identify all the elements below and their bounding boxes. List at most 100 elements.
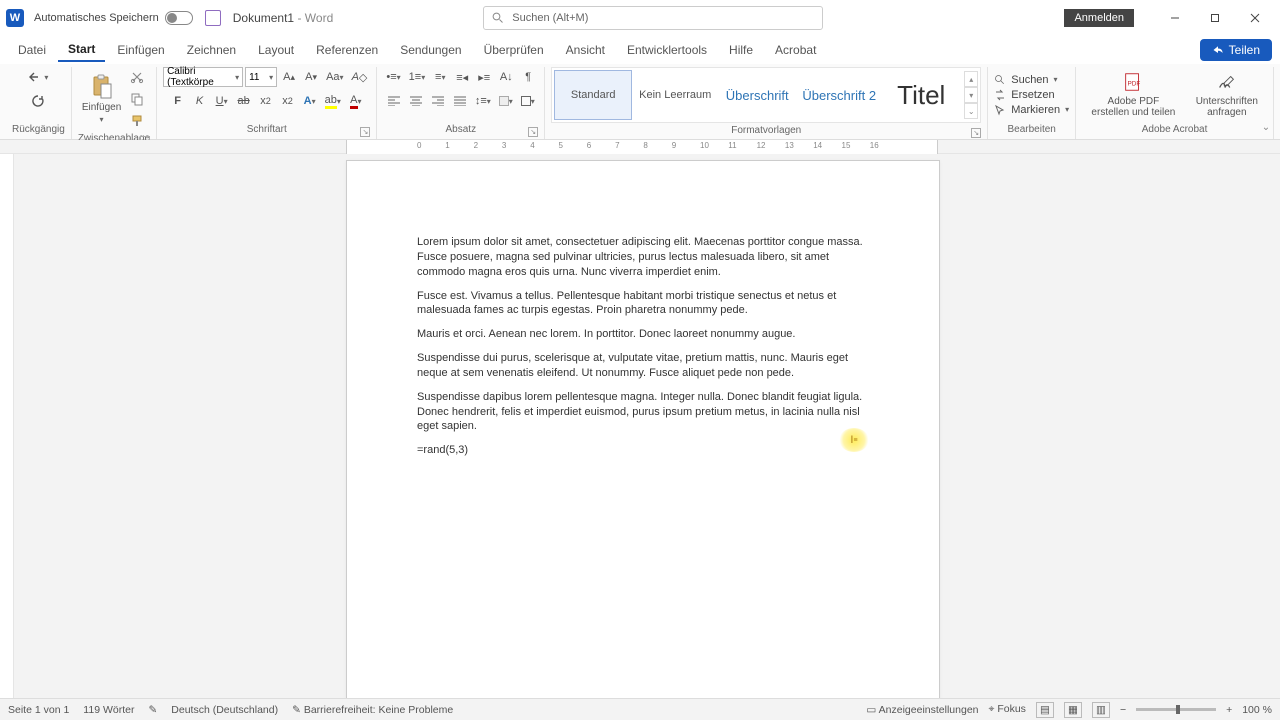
- focus-button[interactable]: ⌖ Fokus: [989, 703, 1026, 716]
- paragraph[interactable]: Mauris et orci. Aenean nec lorem. In por…: [417, 327, 869, 342]
- gallery-up-icon[interactable]: ▴: [964, 71, 978, 87]
- style-standard[interactable]: Standard: [554, 70, 632, 120]
- tab-entwicklertools[interactable]: Entwicklertools: [617, 39, 717, 61]
- cut-button[interactable]: [127, 67, 147, 87]
- gallery-down-icon[interactable]: ▾: [964, 87, 978, 103]
- subscript-button[interactable]: x2: [256, 91, 276, 111]
- autosave-toggle[interactable]: Automatisches Speichern: [34, 11, 193, 25]
- tab-einfuegen[interactable]: Einfügen: [107, 39, 174, 61]
- highlight-button[interactable]: ab▾: [322, 91, 344, 111]
- paste-button[interactable]: Einfügen ▾: [78, 72, 125, 126]
- zoom-out-button[interactable]: −: [1120, 704, 1126, 716]
- document-title[interactable]: Dokument1 - Word: [233, 11, 334, 25]
- italic-button[interactable]: K: [190, 91, 210, 111]
- maximize-button[interactable]: [1196, 4, 1234, 32]
- bold-button[interactable]: F: [168, 91, 188, 111]
- gallery-more-icon[interactable]: ⌄: [964, 103, 978, 119]
- style-ueberschrift[interactable]: Überschrift: [718, 70, 796, 120]
- zoom-slider[interactable]: [1136, 708, 1216, 711]
- shrink-font-button[interactable]: A▾: [301, 67, 321, 87]
- bullets-button[interactable]: •≡▾: [383, 67, 403, 87]
- close-button[interactable]: [1236, 4, 1274, 32]
- dialog-launcher-icon[interactable]: ↘: [360, 127, 370, 137]
- paragraph[interactable]: =rand(5,3): [417, 443, 869, 458]
- superscript-button[interactable]: x2: [278, 91, 298, 111]
- tab-datei[interactable]: Datei: [8, 39, 56, 61]
- style-titel[interactable]: Titel: [882, 70, 960, 120]
- copy-button[interactable]: [127, 89, 147, 109]
- undo-button[interactable]: ▾: [25, 67, 51, 87]
- paragraph[interactable]: Suspendisse dapibus lorem pellentesque m…: [417, 390, 869, 435]
- tab-referenzen[interactable]: Referenzen: [306, 39, 388, 61]
- decrease-indent-button[interactable]: ≡◂: [452, 67, 472, 87]
- multilevel-button[interactable]: ≡▾: [430, 67, 450, 87]
- align-center-button[interactable]: [406, 91, 426, 111]
- page[interactable]: Lorem ipsum dolor sit amet, consectetuer…: [346, 160, 940, 708]
- find-button[interactable]: Suchen▾: [994, 74, 1069, 86]
- change-case-button[interactable]: Aa▾: [323, 67, 346, 87]
- tab-sendungen[interactable]: Sendungen: [390, 39, 471, 61]
- save-icon[interactable]: [205, 10, 221, 26]
- tab-hilfe[interactable]: Hilfe: [719, 39, 763, 61]
- tab-start[interactable]: Start: [58, 38, 105, 62]
- grow-font-button[interactable]: A▴: [279, 67, 299, 87]
- share-button[interactable]: Teilen: [1200, 39, 1272, 61]
- login-button[interactable]: Anmelden: [1064, 9, 1134, 27]
- spellcheck-icon[interactable]: ✎: [148, 704, 157, 716]
- collapse-ribbon-button[interactable]: ⌄: [1258, 119, 1274, 135]
- tab-ansicht[interactable]: Ansicht: [556, 39, 615, 61]
- tab-zeichnen[interactable]: Zeichnen: [177, 39, 246, 61]
- style-kein-leerraum[interactable]: Kein Leerraum: [636, 70, 714, 120]
- paragraph[interactable]: Fusce est. Vivamus a tellus. Pellentesqu…: [417, 289, 869, 319]
- clear-formatting-button[interactable]: A◇: [349, 67, 371, 87]
- numbering-button[interactable]: 1≡▾: [406, 67, 429, 87]
- word-count[interactable]: 119 Wörter: [83, 704, 134, 716]
- show-marks-button[interactable]: ¶: [518, 67, 538, 87]
- zoom-level[interactable]: 100 %: [1242, 704, 1272, 716]
- adobe-pdf-button[interactable]: PDF Adobe PDF erstellen und teilen: [1082, 69, 1185, 120]
- font-name-combo[interactable]: Calibri (Textkörpe▾: [163, 67, 243, 87]
- page-content[interactable]: Lorem ipsum dolor sit amet, consectetuer…: [347, 161, 939, 458]
- read-mode-button[interactable]: ▤: [1036, 702, 1054, 718]
- display-settings-button[interactable]: ▭ Anzeigeeinstellungen: [866, 704, 978, 716]
- styles-gallery[interactable]: Standard Kein Leerraum Überschrift Übers…: [551, 67, 981, 123]
- document-area[interactable]: Lorem ipsum dolor sit amet, consectetuer…: [0, 154, 1280, 708]
- shading-button[interactable]: ▾: [496, 91, 516, 111]
- align-right-button[interactable]: [428, 91, 448, 111]
- zoom-in-button[interactable]: +: [1226, 704, 1232, 716]
- redo-button[interactable]: [28, 91, 48, 111]
- language-indicator[interactable]: Deutsch (Deutschland): [171, 704, 278, 716]
- web-layout-button[interactable]: ▥: [1092, 702, 1110, 718]
- increase-indent-button[interactable]: ▸≡: [474, 67, 494, 87]
- dialog-launcher-icon[interactable]: ↘: [528, 127, 538, 137]
- strikethrough-button[interactable]: ab: [234, 91, 254, 111]
- style-ueberschrift-2[interactable]: Überschrift 2: [800, 70, 878, 120]
- borders-button[interactable]: ▾: [518, 91, 538, 111]
- font-size-combo[interactable]: 11▾: [245, 67, 277, 87]
- format-painter-button[interactable]: [127, 111, 147, 131]
- accessibility-indicator[interactable]: ✎ Barrierefreiheit: Keine Probleme: [292, 704, 453, 716]
- request-signatures-button[interactable]: Unterschriften anfragen: [1187, 69, 1267, 120]
- paragraph[interactable]: Lorem ipsum dolor sit amet, consectetuer…: [417, 235, 869, 280]
- tab-acrobat[interactable]: Acrobat: [765, 39, 826, 61]
- align-left-button[interactable]: [384, 91, 404, 111]
- search-input[interactable]: Suchen (Alt+M): [483, 6, 823, 30]
- sort-button[interactable]: A↓: [496, 67, 516, 87]
- print-layout-button[interactable]: ▦: [1064, 702, 1082, 718]
- paragraph[interactable]: Suspendisse dui purus, scelerisque at, v…: [417, 351, 869, 381]
- font-color-button[interactable]: A▾: [346, 91, 366, 111]
- toggle-switch-icon[interactable]: [165, 11, 193, 25]
- tab-layout[interactable]: Layout: [248, 39, 304, 61]
- justify-button[interactable]: [450, 91, 470, 111]
- text-effects-button[interactable]: A▾: [300, 91, 320, 111]
- tab-ueberpruefen[interactable]: Überprüfen: [474, 39, 554, 61]
- select-button[interactable]: Markieren▾: [994, 104, 1069, 116]
- vertical-ruler[interactable]: [0, 154, 14, 708]
- horizontal-ruler[interactable]: 012345678910111213141516: [0, 140, 1280, 154]
- page-indicator[interactable]: Seite 1 von 1: [8, 704, 69, 716]
- minimize-button[interactable]: [1156, 4, 1194, 32]
- underline-button[interactable]: U▾: [212, 91, 232, 111]
- dialog-launcher-icon[interactable]: ↘: [971, 128, 981, 138]
- line-spacing-button[interactable]: ↕≡▾: [472, 91, 494, 111]
- replace-button[interactable]: Ersetzen: [994, 89, 1069, 101]
